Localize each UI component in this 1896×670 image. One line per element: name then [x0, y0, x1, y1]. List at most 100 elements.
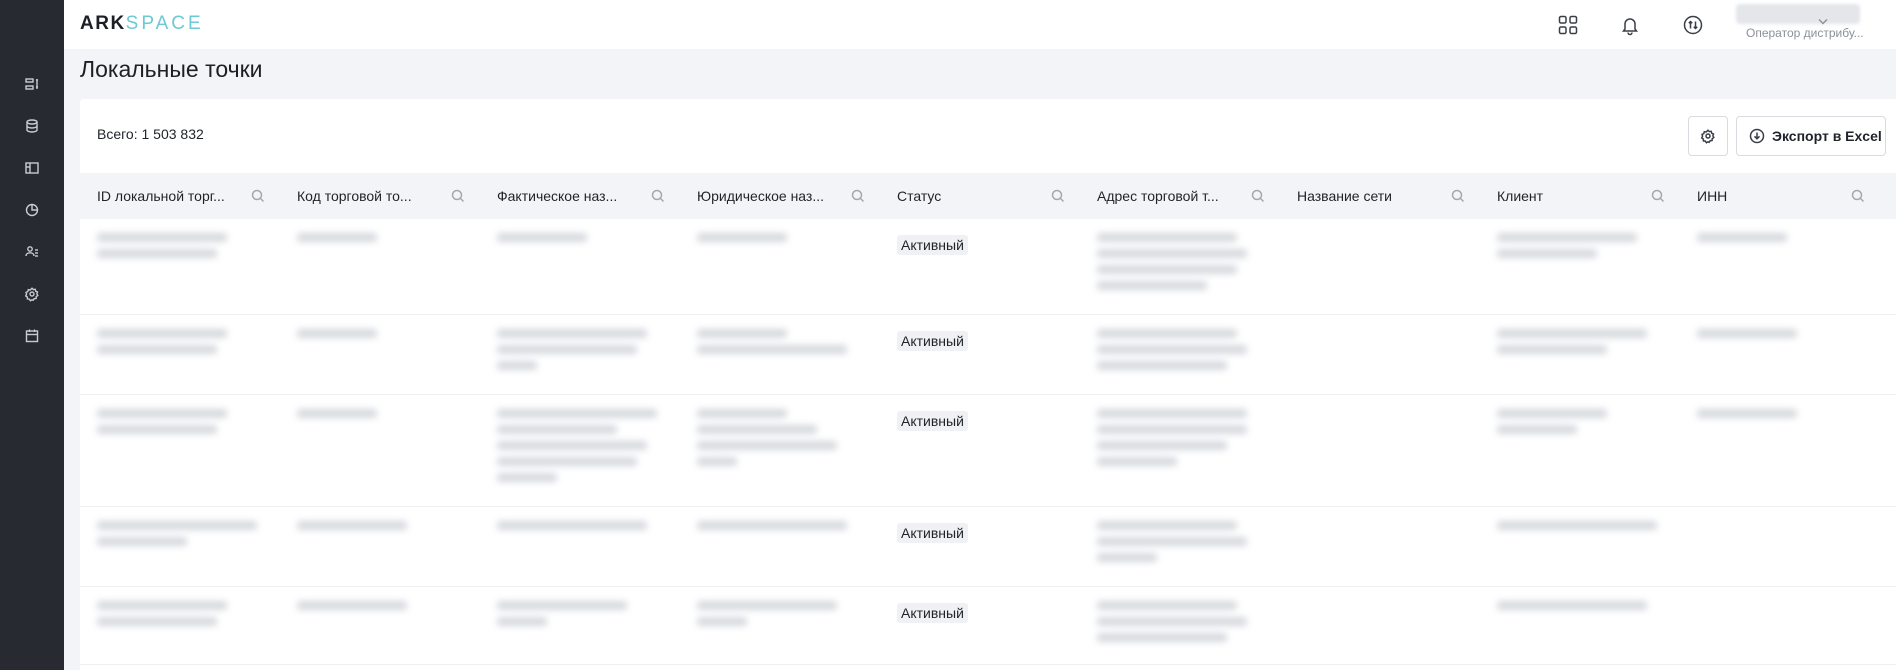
cell-actual-name: [480, 395, 680, 506]
redacted-text: [97, 537, 187, 546]
cell-inn: [1680, 219, 1896, 314]
search-icon[interactable]: [1050, 188, 1066, 204]
cell-chain-name: [1280, 219, 1480, 314]
cell-outlet-code: [280, 395, 480, 506]
status-badge: Активный: [897, 331, 968, 351]
apps-grid-button[interactable]: [1553, 10, 1583, 40]
sidebar-item-settings[interactable]: [20, 282, 44, 306]
sidebar-item-layout[interactable]: [20, 156, 44, 180]
redacted-text: [497, 233, 587, 242]
search-icon[interactable]: [450, 188, 466, 204]
chevron-down-icon[interactable]: [1816, 14, 1830, 28]
redacted-text: [697, 521, 847, 530]
user-name-redacted: [1736, 4, 1860, 24]
total-count: Всего: 1 503 832: [97, 126, 204, 142]
redacted-text: [697, 425, 817, 434]
redacted-text: [297, 521, 407, 530]
table-header: ID локальной торг... Код торговой то... …: [80, 173, 1896, 219]
notifications-button[interactable]: [1615, 10, 1645, 40]
redacted-text: [497, 329, 647, 338]
cell-chain-name: [1280, 315, 1480, 394]
sidebar-item-calendar[interactable]: [20, 324, 44, 348]
search-icon[interactable]: [1450, 188, 1466, 204]
search-icon[interactable]: [650, 188, 666, 204]
column-header-address[interactable]: Адрес торговой т...: [1080, 173, 1280, 219]
column-header-status[interactable]: Статус: [880, 173, 1080, 219]
redacted-text: [97, 521, 257, 530]
export-excel-button[interactable]: Экспорт в Excel: [1736, 116, 1886, 156]
column-header-legal-name[interactable]: Юридическое наз...: [680, 173, 880, 219]
search-icon[interactable]: [1650, 188, 1666, 204]
column-label: ID локальной торг...: [97, 188, 225, 204]
cell-status: Активный: [880, 507, 1080, 586]
redacted-text: [1097, 329, 1237, 338]
redacted-text: [1697, 233, 1787, 242]
redacted-text: [697, 441, 837, 450]
search-icon[interactable]: [250, 188, 266, 204]
table-settings-button[interactable]: [1688, 116, 1728, 156]
table-row[interactable]: Активный: [80, 219, 1896, 315]
redacted-text: [1497, 233, 1637, 242]
calendar-icon: [25, 329, 39, 343]
redacted-text: [97, 345, 217, 354]
search-icon[interactable]: [1250, 188, 1266, 204]
cell-inn: [1680, 507, 1896, 586]
cell-inn: [1680, 315, 1896, 394]
column-label: Юридическое наз...: [697, 188, 825, 204]
redacted-text: [1097, 425, 1247, 434]
column-header-outlet-code[interactable]: Код торговой то...: [280, 173, 480, 219]
cell-actual-name: [480, 507, 680, 586]
search-icon[interactable]: [850, 188, 866, 204]
column-label: Адрес торговой т...: [1097, 188, 1219, 204]
redacted-text: [1097, 281, 1207, 290]
cell-status: Активный: [880, 587, 1080, 664]
table-row[interactable]: Активный: [80, 507, 1896, 587]
database-icon: [26, 119, 38, 133]
redacted-text: [697, 409, 787, 418]
cell-inn: [1680, 587, 1896, 664]
redacted-text: [497, 361, 537, 370]
cell-legal-name: [680, 315, 880, 394]
search-icon[interactable]: [1850, 188, 1866, 204]
table-row[interactable]: Активный: [80, 315, 1896, 395]
sidebar-item-list[interactable]: [20, 72, 44, 96]
redacted-text: [697, 233, 787, 242]
column-header-inn[interactable]: ИНН: [1680, 173, 1896, 219]
cell-legal-name: [680, 507, 880, 586]
sidebar-item-analytics[interactable]: [20, 198, 44, 222]
redacted-text: [1097, 553, 1157, 562]
column-header-chain-name[interactable]: Название сети: [1280, 173, 1480, 219]
sidebar-item-users[interactable]: [20, 240, 44, 264]
gear-icon: [1700, 129, 1715, 144]
table-row[interactable]: Активный: [80, 587, 1896, 665]
redacted-text: [1097, 633, 1227, 642]
redacted-text: [1497, 345, 1607, 354]
cell-status: Активный: [880, 395, 1080, 506]
redacted-text: [1097, 249, 1247, 258]
user-menu[interactable]: Оператор дистрибу...: [1672, 4, 1864, 44]
column-header-local-id[interactable]: ID локальной торг...: [80, 173, 280, 219]
sidebar: [0, 0, 64, 670]
redacted-text: [1097, 457, 1177, 466]
redacted-text: [1497, 409, 1607, 418]
page-title: Локальные точки: [80, 56, 263, 82]
top-header: ARKSPACE: [64, 0, 1896, 49]
app-logo[interactable]: ARKSPACE: [80, 13, 204, 35]
redacted-text: [1097, 233, 1237, 242]
redacted-text: [1097, 521, 1237, 530]
sidebar-item-database[interactable]: [20, 114, 44, 138]
redacted-text: [97, 329, 227, 338]
cell-inn: [1680, 395, 1896, 506]
status-badge: Активный: [897, 411, 968, 431]
redacted-text: [297, 409, 377, 418]
column-header-client[interactable]: Клиент: [1480, 173, 1680, 219]
column-header-actual-name[interactable]: Фактическое наз...: [480, 173, 680, 219]
cell-status: Активный: [880, 315, 1080, 394]
cell-outlet-code: [280, 315, 480, 394]
status-badge: Активный: [897, 523, 968, 543]
column-label: ИНН: [1697, 188, 1728, 204]
export-button-label: Экспорт в Excel: [1772, 128, 1882, 144]
table-row[interactable]: Активный: [80, 395, 1896, 507]
redacted-text: [97, 425, 217, 434]
user-role: Оператор дистрибу...: [1746, 26, 1864, 40]
